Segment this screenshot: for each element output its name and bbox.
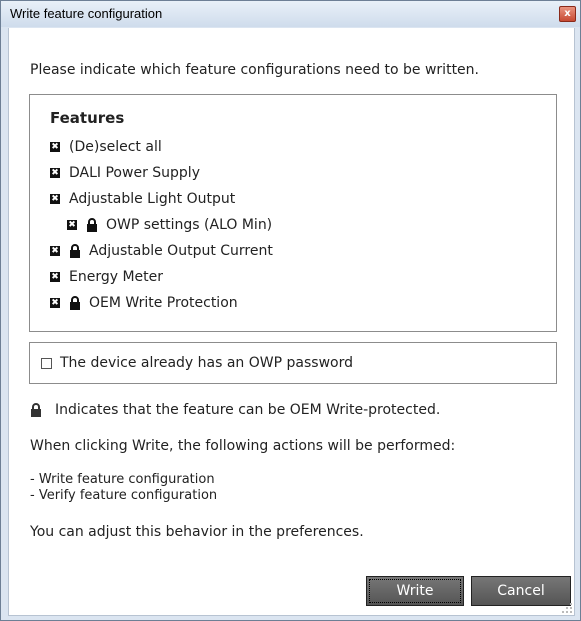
close-icon: x [564,8,571,19]
padlock-icon [31,403,41,417]
feature-adjustable-light-output[interactable]: ✖ Adjustable Light Output [50,191,235,207]
action-item: - Verify feature configuration [30,488,218,503]
feature-label: Energy Meter [69,269,164,285]
feature-adjustable-output-current[interactable]: ✖ Adjustable Output Current [50,243,273,259]
dialog-window: Write feature configuration x Please ind… [0,0,581,621]
window-title: Write feature configuration [10,6,163,21]
actions-intro: When clicking Write, the following actio… [30,438,456,454]
check-mark-icon[interactable]: ✖ [50,272,60,282]
padlock-icon [87,218,97,232]
feature-owp-settings[interactable]: ✖ OWP settings (ALO Min) [67,217,272,233]
action-item: - Write feature configuration [30,472,215,487]
owp-password-panel: The device already has an OWP password [29,342,557,384]
owp-password-label: The device already has an OWP password [60,355,353,371]
feature-label: OEM Write Protection [89,295,238,311]
padlock-icon [70,296,80,310]
padlock-icon [70,244,80,258]
dialog-body: Please indicate which feature configurat… [8,28,575,616]
check-mark-icon[interactable]: ✖ [50,142,60,152]
check-mark-icon[interactable]: ✖ [50,298,60,308]
check-mark-icon[interactable]: ✖ [67,220,77,230]
feature-label: (De)select all [69,139,162,155]
feature-label: Adjustable Light Output [69,191,236,207]
cancel-button[interactable]: Cancel [471,576,571,606]
check-mark-icon[interactable]: ✖ [50,194,60,204]
check-mark-icon[interactable]: ✖ [50,246,60,256]
feature-oem-write-protection[interactable]: ✖ OEM Write Protection [50,295,238,311]
close-button[interactable]: x [559,6,576,22]
feature-deselect-all[interactable]: ✖ (De)select all [50,139,162,155]
feature-label: DALI Power Supply [69,165,200,181]
feature-label: Adjustable Output Current [89,243,273,259]
features-panel: Features ✖ (De)select all ✖ DALI Power S… [29,94,557,332]
resize-grip-icon[interactable] [562,603,572,613]
feature-label: OWP settings (ALO Min) [106,217,273,233]
title-bar[interactable]: Write feature configuration x [1,1,580,27]
checkbox-unchecked-icon[interactable] [41,357,52,369]
features-heading: Features [50,109,125,127]
feature-energy-meter[interactable]: ✖ Energy Meter [50,269,163,285]
lock-legend-text: Indicates that the feature can be OEM Wr… [55,402,441,418]
write-button[interactable]: Write [366,576,464,606]
check-mark-icon[interactable]: ✖ [50,168,60,178]
feature-dali-power-supply[interactable]: ✖ DALI Power Supply [50,165,200,181]
preferences-note: You can adjust this behavior in the pref… [30,524,364,540]
intro-text: Please indicate which feature configurat… [30,62,479,78]
owp-password-checkbox[interactable]: The device already has an OWP password [41,355,353,371]
lock-legend: Indicates that the feature can be OEM Wr… [30,402,440,418]
